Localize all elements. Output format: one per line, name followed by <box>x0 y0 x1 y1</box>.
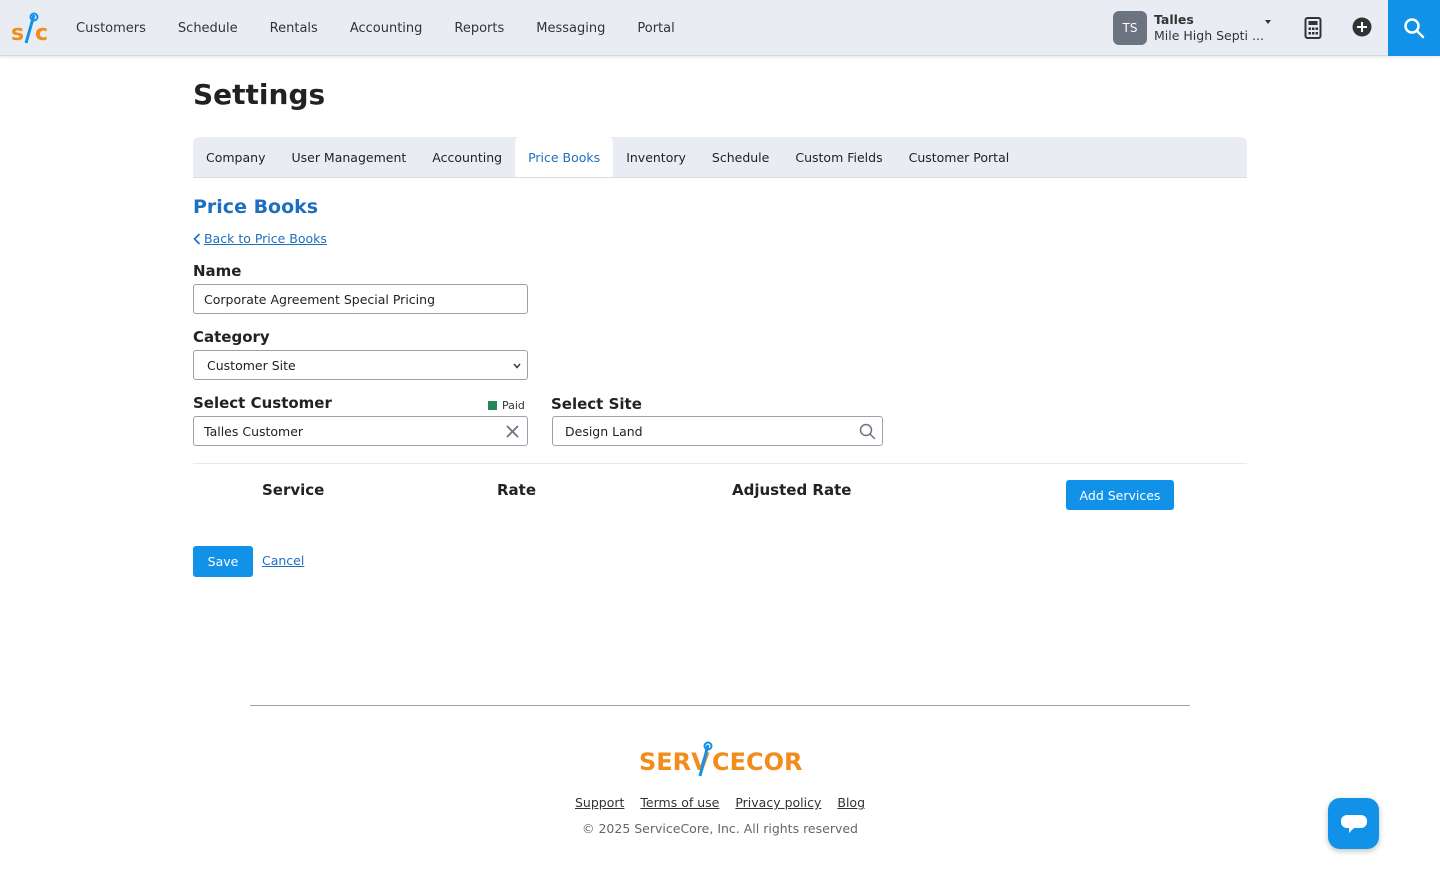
calculator-icon[interactable] <box>1304 17 1322 39</box>
search-icon <box>859 423 876 440</box>
page-title: Settings <box>193 78 326 111</box>
select-site-label: Select Site <box>551 395 642 413</box>
tab-price-books[interactable]: Price Books <box>515 137 614 177</box>
paid-status-text: Paid <box>502 399 525 412</box>
copyright: © 2025 ServiceCore, Inc. All rights rese… <box>581 821 858 836</box>
tab-customer-portal[interactable]: Customer Portal <box>896 137 1023 177</box>
footer-link-terms[interactable]: Terms of use <box>640 795 719 810</box>
svg-text:c: c <box>35 21 48 46</box>
paid-status-dot <box>488 401 497 410</box>
tab-user-management[interactable]: User Management <box>278 137 419 177</box>
search-button[interactable] <box>1388 0 1440 56</box>
clear-icon[interactable] <box>506 425 519 438</box>
rate-column-header: Rate <box>497 481 537 499</box>
servicecore-footer-logo: SERV CECORE <box>639 741 802 777</box>
top-navigation-bar: s c Customers Schedule Rentals Accountin… <box>0 0 1440 56</box>
avatar: TS <box>1113 11 1147 45</box>
servicecore-logo[interactable]: s c <box>10 12 50 46</box>
add-services-button[interactable]: Add Services <box>1066 480 1174 510</box>
tab-schedule[interactable]: Schedule <box>699 137 782 177</box>
svg-text:CECORE: CECORE <box>712 748 802 776</box>
back-link-label: Back to Price Books <box>204 231 327 246</box>
save-button[interactable]: Save <box>193 546 253 577</box>
nav-customers[interactable]: Customers <box>60 21 162 36</box>
user-name: Talles <box>1154 12 1194 27</box>
tab-accounting[interactable]: Accounting <box>419 137 515 177</box>
tab-inventory[interactable]: Inventory <box>613 137 699 177</box>
cancel-link[interactable]: Cancel <box>262 553 304 568</box>
service-column-header: Service <box>262 481 325 499</box>
paid-status-badge: Paid <box>488 399 525 412</box>
svg-text:s: s <box>11 21 24 46</box>
nav-messaging[interactable]: Messaging <box>520 21 621 36</box>
tab-custom-fields[interactable]: Custom Fields <box>782 137 895 177</box>
chevron-down-icon <box>513 363 521 369</box>
tab-company[interactable]: Company <box>193 137 278 177</box>
footer-link-blog[interactable]: Blog <box>837 795 865 810</box>
name-input-value: Corporate Agreement Special Pricing <box>204 291 435 307</box>
site-input[interactable]: Design Land <box>552 416 883 446</box>
name-label: Name <box>193 262 242 280</box>
category-select-value: Customer Site <box>207 357 296 373</box>
caret-down-icon <box>1265 20 1271 24</box>
footer-link-support[interactable]: Support <box>575 795 624 810</box>
footer-link-privacy[interactable]: Privacy policy <box>735 795 821 810</box>
footer-divider <box>250 705 1190 706</box>
select-customer-label: Select Customer <box>193 394 332 412</box>
category-select[interactable]: Customer Site <box>193 350 528 380</box>
search-icon <box>1404 18 1425 39</box>
divider <box>193 463 1247 464</box>
customer-input-value: Talles Customer <box>204 423 304 439</box>
adjusted-rate-column-header: Adjusted Rate <box>732 481 852 499</box>
user-menu[interactable]: TS Talles Mile High Septi ... <box>1113 10 1283 46</box>
plus-circle-icon[interactable] <box>1352 17 1372 37</box>
nav-reports[interactable]: Reports <box>438 21 520 36</box>
chat-icon <box>1340 814 1367 833</box>
chat-button[interactable] <box>1328 798 1379 849</box>
settings-tabs: Company User Management Accounting Price… <box>193 137 1247 178</box>
site-input-value: Design Land <box>565 423 643 439</box>
customer-input[interactable]: Talles Customer <box>193 416 528 446</box>
nav-portal[interactable]: Portal <box>621 21 690 36</box>
svg-text:SERV: SERV <box>639 748 710 776</box>
back-to-price-books-link[interactable]: Back to Price Books <box>193 231 327 246</box>
user-company: Mile High Septi ... <box>1154 28 1264 43</box>
main-nav: Customers Schedule Rentals Accounting Re… <box>60 0 691 56</box>
nav-schedule[interactable]: Schedule <box>162 21 254 36</box>
chevron-left-icon <box>193 232 201 245</box>
name-input[interactable]: Corporate Agreement Special Pricing <box>193 284 528 314</box>
nav-rentals[interactable]: Rentals <box>254 21 334 36</box>
section-title: Price Books <box>193 196 319 218</box>
footer-links: Support Terms of use Privacy policy Blog <box>0 795 1440 810</box>
nav-accounting[interactable]: Accounting <box>334 21 439 36</box>
category-label: Category <box>193 328 270 346</box>
